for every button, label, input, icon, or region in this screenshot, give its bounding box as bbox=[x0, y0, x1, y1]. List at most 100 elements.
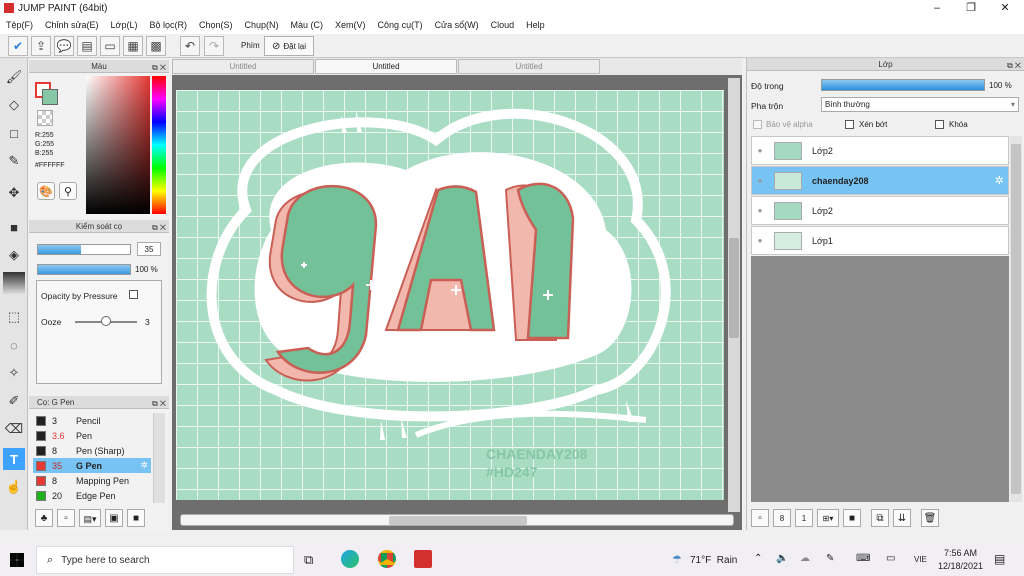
gear-icon[interactable]: ✲ bbox=[140, 460, 148, 471]
visibility-icon[interactable]: ● bbox=[752, 206, 768, 215]
task-view-icon[interactable]: ⧉ bbox=[304, 552, 313, 568]
canvas-hscroll-thumb[interactable] bbox=[389, 516, 527, 525]
layer-row[interactable]: ● Lớp1 bbox=[751, 226, 1009, 255]
menu-window[interactable]: Cửa sổ(W) bbox=[429, 20, 485, 30]
ooze-slider-thumb[interactable] bbox=[101, 316, 111, 326]
eyedropper-icon[interactable]: ⚲ bbox=[59, 182, 77, 200]
check-icon[interactable]: ✔ bbox=[8, 36, 28, 56]
clock-date[interactable]: 12/18/2021 bbox=[938, 561, 983, 571]
bucket-tool-icon[interactable]: ◈ bbox=[3, 244, 25, 266]
menu-view[interactable]: Xem(V) bbox=[329, 20, 372, 30]
jump-paint-taskbar-icon[interactable] bbox=[414, 550, 432, 568]
clock-time[interactable]: 7:56 AM bbox=[944, 548, 977, 558]
tab-untitled-2[interactable]: Untitled bbox=[315, 59, 457, 74]
hue-slider[interactable] bbox=[152, 76, 166, 214]
chevron-up-icon[interactable]: ⌃ bbox=[754, 553, 762, 564]
close-button[interactable]: ✕ bbox=[988, 0, 1022, 16]
pen-tool-icon[interactable]: ✎ bbox=[3, 150, 25, 172]
layer-row-selected[interactable]: ● chaenday208 ✲ bbox=[751, 166, 1009, 195]
panel-close-icon[interactable]: ⧉ ✕ bbox=[152, 221, 166, 234]
new-brush-icon[interactable]: ▫ bbox=[57, 509, 75, 527]
color-picker-square[interactable] bbox=[86, 76, 150, 214]
tab-untitled-3[interactable]: Untitled bbox=[458, 59, 600, 74]
brush-list-scrollbar[interactable] bbox=[153, 413, 165, 503]
brush-item[interactable]: 8 Mapping Pen bbox=[33, 473, 151, 488]
brush-item-selected[interactable]: 35 G Pen ✲ bbox=[33, 458, 151, 473]
select-rect-icon[interactable]: ⬚ bbox=[3, 306, 25, 328]
volume-icon[interactable]: 🔈 bbox=[776, 553, 788, 564]
menu-capture[interactable]: Chụp(N) bbox=[239, 20, 285, 30]
lasso-tool-icon[interactable]: ◌ bbox=[3, 334, 25, 356]
menu-cloud[interactable]: Cloud bbox=[485, 20, 521, 30]
pen-icon[interactable]: ✎ bbox=[826, 553, 834, 564]
chrome-browser-icon[interactable] bbox=[378, 550, 396, 568]
visibility-icon[interactable]: ● bbox=[752, 176, 768, 185]
reset-button[interactable]: ⊘ Đặt lại bbox=[264, 36, 314, 56]
redo-icon[interactable]: ↷ bbox=[204, 36, 224, 56]
windows-start-icon[interactable] bbox=[10, 553, 24, 567]
layer-row[interactable]: ● Lớp2 bbox=[751, 196, 1009, 225]
menu-layer[interactable]: Lớp(L) bbox=[105, 20, 144, 30]
layer-scroll-thumb[interactable] bbox=[1011, 144, 1021, 494]
visibility-icon[interactable]: ● bbox=[752, 146, 768, 155]
new-layer-icon[interactable]: ▫ bbox=[751, 509, 769, 527]
message-icon[interactable]: ▤ bbox=[77, 36, 97, 56]
magic-wand-icon[interactable]: ✧ bbox=[3, 362, 25, 384]
layout-icon[interactable]: ▩ bbox=[146, 36, 166, 56]
brush-tree-icon[interactable]: ♣ bbox=[35, 509, 53, 527]
maximize-button[interactable]: ❐ bbox=[954, 0, 988, 16]
menu-select[interactable]: Chọn(S) bbox=[193, 20, 239, 30]
tab-untitled-1[interactable]: Untitled bbox=[172, 59, 314, 74]
cloud-icon[interactable]: ☁ bbox=[800, 553, 810, 564]
grid-icon[interactable]: ▦ bbox=[123, 36, 143, 56]
visibility-icon[interactable]: ● bbox=[752, 236, 768, 245]
brush-folder-icon[interactable]: ■ bbox=[127, 509, 145, 527]
undo-icon[interactable]: ↶ bbox=[180, 36, 200, 56]
canvas-vscroll-thumb[interactable] bbox=[729, 238, 739, 338]
brush-settings-icon[interactable]: ▣ bbox=[105, 509, 123, 527]
comment-icon[interactable]: 💬 bbox=[54, 36, 74, 56]
menu-color[interactable]: Màu (C) bbox=[285, 20, 330, 30]
brush-item[interactable]: 3 Pencil bbox=[33, 413, 151, 428]
keyboard-icon[interactable]: ⌨ bbox=[856, 553, 870, 564]
lock-checkbox[interactable] bbox=[935, 120, 944, 129]
fill-rect-icon[interactable]: ■ bbox=[3, 216, 25, 238]
menu-file[interactable]: Tệp(F) bbox=[0, 20, 39, 30]
brush-item[interactable]: 20 Edge Pen bbox=[33, 488, 151, 503]
select-eraser-icon[interactable]: ⌫ bbox=[3, 418, 25, 440]
weather-text[interactable]: 71°F Rain bbox=[690, 555, 737, 566]
delete-layer-icon[interactable]: 🗑 bbox=[921, 509, 939, 527]
size-value[interactable]: 35 bbox=[137, 242, 161, 256]
display-icon[interactable]: ▭ bbox=[886, 553, 895, 564]
protect-alpha-checkbox[interactable] bbox=[753, 120, 762, 129]
minimize-button[interactable]: – bbox=[920, 0, 954, 16]
brush-tool-icon[interactable]: 🖌 bbox=[3, 66, 25, 88]
opacity-by-pressure-checkbox[interactable] bbox=[129, 290, 138, 299]
panel-close-icon[interactable]: ⧉ ✕ bbox=[152, 61, 166, 74]
transparent-swatch[interactable] bbox=[37, 110, 53, 126]
page-icon[interactable]: ▭ bbox=[100, 36, 120, 56]
new-layer-1bit-icon[interactable]: 1 bbox=[795, 509, 813, 527]
secondary-color-swatch[interactable] bbox=[42, 89, 58, 105]
folder-icon[interactable]: ■ bbox=[843, 509, 861, 527]
menu-filter[interactable]: Bộ lọc(R) bbox=[143, 20, 193, 30]
clipping-checkbox[interactable] bbox=[845, 120, 854, 129]
panel-close-icon[interactable]: ⧉ ✕ bbox=[1007, 59, 1021, 72]
layer-row[interactable]: ● Lớp2 bbox=[751, 136, 1009, 165]
select-pen-icon[interactable]: ✐ bbox=[3, 390, 25, 412]
move-tool-icon[interactable]: ✥ bbox=[3, 182, 25, 204]
brush-item[interactable]: 8 Pen (Sharp) bbox=[33, 443, 151, 458]
text-tool-icon[interactable]: T bbox=[3, 448, 25, 470]
palette-icon[interactable]: 🎨 bbox=[37, 182, 55, 200]
add-layer-menu-icon[interactable]: ⊞▾ bbox=[817, 509, 839, 527]
menu-edit[interactable]: Chỉnh sửa(E) bbox=[39, 20, 105, 30]
search-box[interactable]: ⌕ Type here to search bbox=[36, 546, 294, 574]
drawing-canvas[interactable]: CHAENDAY208 #HD247 bbox=[176, 90, 724, 500]
layer-opacity-slider[interactable] bbox=[821, 79, 985, 91]
edge-browser-icon[interactable] bbox=[341, 550, 359, 568]
duplicate-layer-icon[interactable]: ⧉ bbox=[871, 509, 889, 527]
layer-list-scrollbar[interactable] bbox=[1010, 136, 1022, 502]
brush-menu-icon[interactable]: ▤▾ bbox=[79, 509, 101, 527]
eraser-tool-icon[interactable]: ◇ bbox=[3, 94, 25, 116]
menu-tools[interactable]: Công cụ(T) bbox=[372, 20, 429, 30]
